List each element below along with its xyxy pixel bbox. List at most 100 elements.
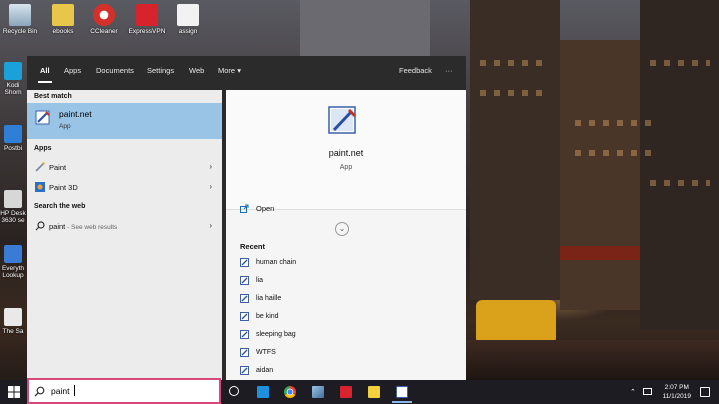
taskbar-search-box[interactable]: paint bbox=[27, 378, 221, 404]
recent-item[interactable]: WTFS bbox=[240, 346, 440, 360]
paint-net-file-icon bbox=[240, 276, 249, 285]
recent-item-label: lia haille bbox=[256, 295, 282, 302]
preview-title: paint.net bbox=[328, 148, 364, 158]
folder-icon bbox=[52, 4, 74, 26]
desktop-icon-ebooks[interactable]: ebooks bbox=[43, 4, 83, 35]
paint-icon bbox=[35, 162, 45, 172]
ccleaner-icon bbox=[93, 4, 115, 26]
desktop-icon-expressvpn[interactable]: ExpressVPN bbox=[127, 4, 167, 35]
start-menu-search-panel: All Apps Documents Settings Web More ▾ F… bbox=[27, 56, 466, 380]
desktop-icon-kodi[interactable]: Kodi Shom bbox=[0, 62, 26, 96]
desktop-icon-ccleaner[interactable]: CCleaner bbox=[84, 4, 124, 35]
desktop-icon-hp-desk[interactable]: HP Desk 3630 se bbox=[0, 190, 26, 224]
recent-item[interactable]: lia haille bbox=[240, 292, 440, 306]
search-filter-nav: All Apps Documents Settings Web More ▾ F… bbox=[27, 56, 466, 86]
cortana-icon[interactable] bbox=[229, 386, 239, 396]
expressvpn-icon[interactable] bbox=[340, 386, 352, 398]
desktop-icon-postbox[interactable]: Postbi bbox=[0, 125, 26, 152]
task-view-icon[interactable] bbox=[257, 386, 269, 398]
web-result-item[interactable]: paint - See web results › bbox=[27, 217, 222, 235]
running-app-indicator bbox=[392, 401, 412, 403]
active-tab-indicator bbox=[38, 81, 52, 83]
chrome-icon[interactable] bbox=[284, 386, 296, 398]
more-options-icon[interactable]: ··· bbox=[445, 66, 453, 75]
paint-net-taskbar-icon[interactable] bbox=[396, 386, 408, 398]
clock-date: 11/1/2019 bbox=[662, 393, 691, 400]
building bbox=[300, 0, 430, 60]
desktop-icon-the-sa[interactable]: The Sa bbox=[0, 308, 26, 335]
tab-apps[interactable]: Apps bbox=[64, 66, 81, 75]
recent-item[interactable]: sleeping bag bbox=[240, 328, 440, 342]
paint-net-file-icon bbox=[240, 312, 249, 321]
chevron-down-icon: ▾ bbox=[237, 66, 241, 75]
app-result-paint-3d[interactable]: Paint 3D › bbox=[27, 178, 222, 196]
recent-item[interactable]: be kind bbox=[240, 310, 440, 324]
preview-header: paint.net App bbox=[226, 90, 466, 210]
desktop-icon-recycle-bin[interactable]: Recycle Bin bbox=[0, 4, 40, 35]
sticky-notes-icon[interactable] bbox=[368, 386, 380, 398]
app-result-label: Paint 3D bbox=[49, 183, 78, 192]
results-list: Best match paint.net App Apps Paint › Pa… bbox=[27, 90, 222, 380]
park-central-sign bbox=[560, 246, 640, 260]
tray-overflow-icon[interactable]: ⌃ bbox=[630, 388, 636, 396]
app-result-paint[interactable]: Paint › bbox=[27, 158, 222, 176]
yellow-taxi bbox=[476, 300, 556, 344]
recycle-bin-icon bbox=[9, 4, 31, 26]
desktop-icon-everything[interactable]: Everyth Lookup bbox=[0, 245, 26, 279]
everything-icon bbox=[4, 245, 22, 263]
chevron-right-icon[interactable]: › bbox=[209, 182, 212, 191]
kodi-icon bbox=[4, 62, 22, 80]
open-label: Open bbox=[256, 204, 275, 213]
recent-item-label: lia bbox=[256, 277, 264, 284]
text-cursor bbox=[74, 385, 75, 396]
best-match-subtitle: App bbox=[59, 123, 71, 130]
desktop-icon-assign[interactable]: assign bbox=[168, 4, 208, 35]
recent-item-label: WTFS bbox=[256, 349, 276, 356]
best-match-title: paint.net bbox=[59, 109, 92, 119]
recent-item-label: sleeping bag bbox=[256, 331, 296, 338]
building bbox=[470, 0, 560, 300]
notifications-icon[interactable] bbox=[700, 387, 710, 397]
open-icon bbox=[240, 204, 249, 213]
clock-time: 2:07 PM bbox=[664, 384, 689, 391]
tab-settings[interactable]: Settings bbox=[147, 66, 174, 75]
apps-heading: Apps bbox=[34, 145, 52, 152]
tab-web[interactable]: Web bbox=[189, 66, 204, 75]
open-button[interactable]: Open bbox=[240, 202, 340, 216]
expand-chevron-icon[interactable]: ⌄ bbox=[335, 222, 349, 236]
tab-documents[interactable]: Documents bbox=[96, 66, 134, 75]
chevron-right-icon[interactable]: › bbox=[209, 162, 212, 171]
search-web-heading: Search the web bbox=[34, 203, 86, 210]
chevron-right-icon[interactable]: › bbox=[209, 221, 212, 230]
preview-subtitle: App bbox=[339, 164, 353, 171]
paint-net-file-icon bbox=[240, 258, 249, 267]
web-result-query: paint bbox=[49, 222, 66, 231]
recent-item[interactable]: human chain bbox=[240, 256, 440, 270]
paint-net-file-icon bbox=[240, 366, 249, 375]
tab-all[interactable]: All bbox=[40, 66, 50, 75]
paint-net-file-icon bbox=[240, 294, 249, 303]
recent-item[interactable]: aidan bbox=[240, 364, 440, 378]
taskbar-clock[interactable]: 2:07 PM 11/1/2019 bbox=[663, 383, 691, 401]
recent-item-label: human chain bbox=[256, 259, 297, 266]
paint-net-file-icon bbox=[240, 348, 249, 357]
printer-icon bbox=[4, 190, 22, 208]
search-icon bbox=[35, 221, 45, 231]
file-explorer-icon[interactable] bbox=[312, 386, 324, 398]
best-match-heading: Best match bbox=[34, 93, 72, 100]
recent-item-label: be kind bbox=[256, 313, 279, 320]
recent-item-label: aidan bbox=[256, 367, 274, 374]
web-result-suffix: - See web results bbox=[65, 224, 118, 231]
search-input[interactable]: paint bbox=[51, 386, 69, 396]
windows-start-icon[interactable] bbox=[8, 386, 20, 398]
recent-item[interactable]: lia bbox=[240, 274, 440, 288]
network-icon[interactable] bbox=[643, 388, 652, 395]
tab-more-label: More bbox=[218, 66, 236, 75]
wet-street bbox=[466, 340, 719, 380]
document-icon bbox=[4, 308, 22, 326]
feedback-button[interactable]: Feedback bbox=[399, 66, 432, 75]
best-match-item[interactable]: paint.net App bbox=[27, 103, 222, 139]
paint-net-large-icon bbox=[328, 106, 357, 134]
tab-more[interactable]: More ▾ bbox=[218, 66, 241, 75]
postbox-icon bbox=[4, 125, 22, 143]
